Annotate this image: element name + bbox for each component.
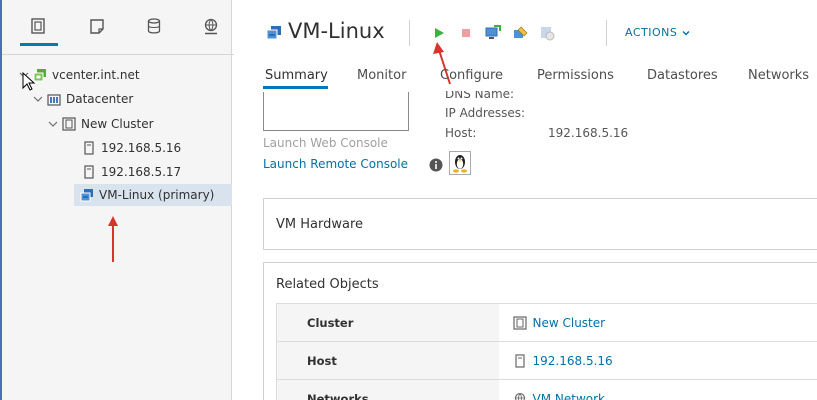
hosts-and-clusters-icon [31,18,45,34]
power-off-icon [462,29,470,37]
cluster-icon [62,117,76,131]
table-row: Cluster New Cluster [276,303,817,342]
tree-item-host[interactable]: 192.168.5.16 [82,137,181,159]
power-on-icon [435,28,444,38]
storage-tab[interactable] [143,14,165,38]
tree-item-label: 192.168.5.17 [101,165,182,179]
networking-tab[interactable] [200,14,222,38]
host-icon [82,141,96,155]
storage-icon [147,18,161,34]
page-title: VM-Linux [288,19,385,43]
tab-monitor[interactable]: Monitor [357,68,406,83]
launch-console-icon [485,25,501,39]
mouse-cursor-icon [22,72,36,91]
networking-icon [204,18,218,35]
network-icon [514,392,525,400]
tab-permissions[interactable]: Permissions [537,68,614,83]
table-row: Networks VM Network [276,379,817,400]
actions-label: ACTIONS [625,26,678,39]
power-on-button[interactable] [431,25,447,41]
host-icon [82,165,96,179]
row-key: Cluster [276,303,499,342]
vms-and-templates-icon [90,19,104,34]
power-off-button[interactable] [458,25,474,41]
content-panel: VM-Linux ACTIONS Summary Monitor Configu… [233,0,817,400]
tree-item-host[interactable]: 192.168.5.17 [82,161,181,183]
host-link[interactable]: 192.168.5.16 [533,354,613,368]
tree-item-label: vcenter.int.net [52,68,140,82]
vm-icon [80,188,94,202]
tab-summary[interactable]: Summary [265,68,328,83]
tree-item-new-cluster[interactable]: New Cluster [47,113,154,135]
toolbar-divider [409,20,410,46]
snapshot-icon [541,27,555,41]
host-value: 192.168.5.16 [548,126,629,140]
migrate-icon [514,26,528,38]
table-row: Host 192.168.5.16 [276,341,817,380]
datacenter-icon [47,92,61,106]
launch-web-console-link[interactable]: Launch Web Console [263,136,388,150]
migrate-button[interactable] [513,25,529,41]
tree-item-datacenter[interactable]: Datacenter [32,88,133,110]
console-thumbnail[interactable] [263,92,409,131]
vm-hardware-card[interactable]: VM Hardware [263,198,817,250]
tree-item-label: 192.168.5.16 [101,141,182,155]
toolbar-divider [606,20,607,46]
linux-tux-icon [449,151,471,175]
launch-remote-console-link[interactable]: Launch Remote Console [263,157,408,171]
annotation-arrow-icon [108,216,118,262]
card-title: Related Objects [276,277,379,292]
card-title: VM Hardware [276,217,364,232]
tab-datastores[interactable]: Datastores [647,68,718,83]
vms-and-templates-tab[interactable] [86,14,108,38]
row-key: Networks [276,379,499,400]
tree-item-vcenter[interactable]: vcenter.int.net [18,64,140,86]
cluster-link[interactable]: New Cluster [533,316,606,330]
snapshot-button[interactable] [539,25,555,41]
navigator-tabs [2,0,234,55]
network-link[interactable]: VM Network [533,392,605,400]
vm-icon [266,26,281,40]
ip-addresses-label: IP Addresses: [445,106,526,120]
tree-item-label: Datacenter [66,92,134,106]
tree-item-label: New Cluster [81,117,154,131]
actions-button[interactable]: ACTIONS [625,26,691,39]
tree-item-vm-linux[interactable]: VM-Linux (primary) [74,184,232,206]
host-icon [514,353,525,368]
tab-networks[interactable]: Networks [748,68,809,83]
active-tab-indicator [263,86,328,89]
info-icon[interactable] [429,158,443,172]
chevron-down-icon[interactable] [47,118,59,130]
launch-console-button[interactable] [485,25,501,41]
related-objects-table: Cluster New Cluster Host 192.168.5.16 Ne… [276,303,817,400]
navigator-panel: vcenter.int.net Datacenter New Cluster 1… [0,0,234,400]
cluster-icon [512,315,527,330]
tree-item-label: VM-Linux (primary) [99,188,215,202]
tab-configure[interactable]: Configure [440,68,503,83]
row-key: Host [276,341,499,380]
chevron-down-icon[interactable] [32,93,44,105]
hosts-and-clusters-tab[interactable] [20,14,58,46]
chevron-down-icon [682,30,690,35]
host-label: Host: [445,126,477,140]
